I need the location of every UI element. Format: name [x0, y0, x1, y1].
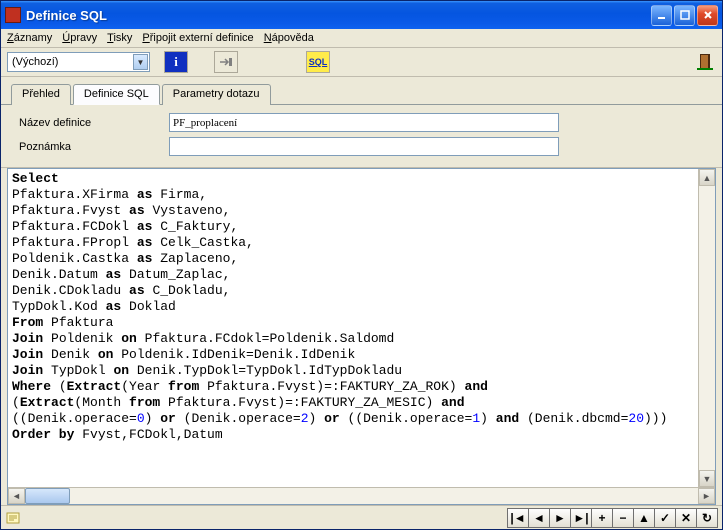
nav-buttons: |◄ ◄ ► ►| + − ▲ ✓ ✕ ↻: [508, 508, 718, 528]
scroll-left-icon[interactable]: ◄: [8, 488, 25, 504]
info-button[interactable]: i: [164, 51, 188, 73]
app-icon: [5, 7, 21, 23]
menu-tisky[interactable]: Tisky: [107, 32, 132, 44]
nav-first[interactable]: |◄: [507, 508, 529, 528]
vscroll-track[interactable]: [699, 186, 715, 470]
view-combo[interactable]: (Výchozí) ▼: [7, 52, 150, 72]
tab-parametry[interactable]: Parametry dotazu: [162, 84, 271, 105]
tab-prehled[interactable]: Přehled: [11, 84, 71, 105]
tab-definice[interactable]: Definice SQL: [73, 84, 160, 105]
vertical-scrollbar[interactable]: ▲ ▼: [698, 169, 715, 487]
menu-pripojit[interactable]: Připojit externí definice: [142, 32, 253, 44]
minimize-button[interactable]: [651, 5, 672, 26]
titlebar[interactable]: Definice SQL: [1, 1, 722, 29]
poznamka-input[interactable]: [169, 137, 559, 156]
editor-wrap: SelectPfaktura.XFirma as Firma,Pfaktura.…: [1, 168, 722, 505]
maximize-button[interactable]: [674, 5, 695, 26]
menu-upravy[interactable]: Úpravy: [62, 32, 97, 44]
nav-add[interactable]: +: [591, 508, 613, 528]
app-window: Definice SQL Záznamy Úpravy Tisky Připoj…: [0, 0, 723, 530]
hscroll-track[interactable]: [25, 488, 698, 504]
horizontal-scrollbar[interactable]: ◄ ►: [8, 487, 715, 504]
menu-napoveda[interactable]: Nápověda: [264, 32, 314, 44]
hscroll-thumb[interactable]: [25, 488, 70, 504]
scroll-up-icon[interactable]: ▲: [699, 169, 715, 186]
nav-next[interactable]: ►: [549, 508, 571, 528]
nav-edit[interactable]: ▲: [633, 508, 655, 528]
exit-button[interactable]: [694, 51, 716, 73]
view-combo-value: (Výchozí): [12, 56, 58, 68]
nav-prev[interactable]: ◄: [528, 508, 550, 528]
nav-cancel[interactable]: ✕: [675, 508, 697, 528]
window-title: Definice SQL: [26, 8, 651, 23]
nav-last[interactable]: ►|: [570, 508, 592, 528]
menu-zaznamy[interactable]: Záznamy: [7, 32, 52, 44]
nazev-label: Název definice: [19, 117, 169, 129]
scroll-down-icon[interactable]: ▼: [699, 470, 715, 487]
nav-refresh[interactable]: ↻: [696, 508, 718, 528]
toolbar: (Výchozí) ▼ i SQL: [1, 48, 722, 77]
nav-ok[interactable]: ✓: [654, 508, 676, 528]
scroll-right-icon[interactable]: ►: [698, 488, 715, 504]
poznamka-label: Poznámka: [19, 141, 169, 153]
close-button[interactable]: [697, 5, 718, 26]
sql-button[interactable]: SQL: [306, 51, 330, 73]
chevron-down-icon[interactable]: ▼: [133, 54, 148, 70]
status-icon: [5, 509, 23, 527]
nazev-input[interactable]: [169, 113, 559, 132]
tabstrip: Přehled Definice SQL Parametry dotazu: [1, 77, 722, 105]
form-area: Název definice Poznámka: [1, 105, 722, 168]
nav-delete[interactable]: −: [612, 508, 634, 528]
sql-editor[interactable]: SelectPfaktura.XFirma as Firma,Pfaktura.…: [8, 169, 698, 487]
statusbar: |◄ ◄ ► ►| + − ▲ ✓ ✕ ↻: [1, 505, 722, 529]
export-button[interactable]: [214, 51, 238, 73]
menubar: Záznamy Úpravy Tisky Připojit externí de…: [1, 29, 722, 48]
